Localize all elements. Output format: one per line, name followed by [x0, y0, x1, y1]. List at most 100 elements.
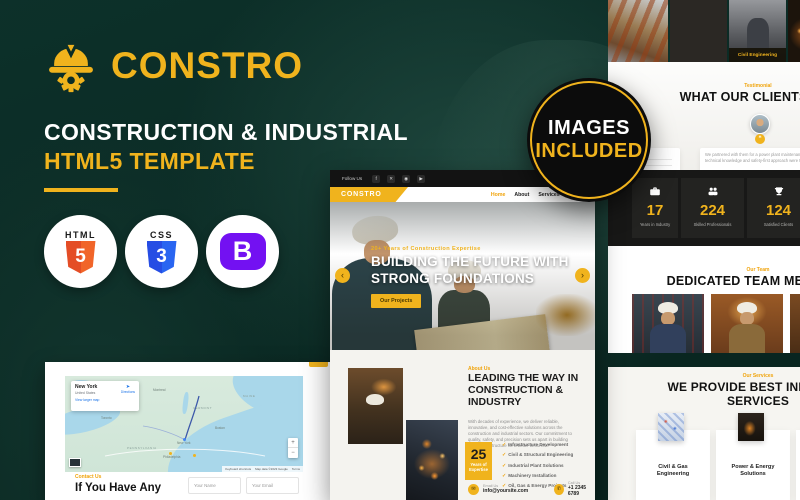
preview-logo[interactable]: CONSTRO	[330, 187, 408, 202]
zoom-out-button[interactable]: −	[288, 448, 298, 458]
about-section: About Us LEADING THE WAY IN CONSTRUCTION…	[330, 350, 595, 500]
checklist-item: ✓Infrastructure Development	[502, 440, 573, 450]
map-info-card: New York United States ➤ Directions View…	[71, 381, 139, 411]
about-image-helmet	[366, 394, 384, 405]
experience-label-2: Expertise	[465, 467, 492, 472]
map-marker-yellow	[193, 454, 196, 457]
phone-value[interactable]: +1 2345 6789	[568, 485, 595, 497]
stats-section: 17 Years in Industry 224 Skilled Profess…	[608, 170, 800, 246]
hero-title-line2: STRONG FOUNDATIONS	[371, 271, 534, 286]
portfolio-strip: Civil Engineering	[608, 0, 800, 62]
map-label: Boston	[215, 426, 225, 430]
map-state-label: VERMONT	[193, 406, 212, 410]
service-card-partial	[796, 430, 800, 500]
team-member-photo	[711, 294, 783, 353]
testimonial-quote-line1: We partnered with them for a power plant…	[705, 152, 800, 158]
portfolio-image-steelwork	[608, 0, 668, 62]
tech-badges: HTML 5 CSS 3 B	[44, 215, 279, 288]
email-input[interactable]	[246, 477, 299, 494]
service-image-plant	[738, 413, 764, 441]
badge-line2: INCLUDED	[535, 140, 642, 163]
keyboard-shortcuts-link[interactable]: Keyboard shortcuts	[225, 467, 251, 471]
service-name-line1: Power & Energy	[732, 464, 775, 470]
team-member-photo	[632, 294, 704, 353]
testimonial-quote-line2: technical knowledge and safety-first app…	[705, 158, 800, 164]
check-icon: ✓	[502, 473, 506, 479]
twitter-icon[interactable]: ✕	[387, 175, 395, 183]
css3-icon: 3	[147, 241, 177, 274]
stat-value: 124	[747, 202, 800, 219]
service-name-line2: Solutions	[740, 471, 765, 477]
body	[729, 324, 765, 353]
email-value[interactable]: info@yoursite.com	[483, 488, 528, 494]
promo-canvas: CONSTRO CONSTRUCTION & INDUSTRIAL HTML5 …	[0, 0, 800, 500]
team-section: Our Team DEDICATED TEAM MEMBERS	[608, 246, 800, 353]
youtube-icon[interactable]: ▶	[417, 175, 425, 183]
users-icon	[707, 186, 719, 196]
google-map[interactable]: Ottawa Montreal Toronto Boston New York …	[65, 376, 303, 472]
contact-heading-block: Contact Us If You Have Any	[75, 474, 161, 494]
helmet-gear-icon	[44, 38, 98, 94]
portfolio-image-sparks	[788, 0, 800, 62]
html5-badge-label: HTML	[65, 230, 96, 240]
services-kicker: Our Services	[608, 373, 800, 379]
contact-title: If You Have Any	[75, 482, 161, 494]
css3-badge: CSS 3	[125, 215, 198, 288]
carousel-prev-button[interactable]: ‹	[335, 268, 350, 283]
about-contact-row: ✉ Email Us info@yoursite.com ✆ Call Us +…	[468, 481, 595, 497]
checklist-item: ✓Machinery Installation	[502, 471, 573, 481]
experience-box: 25 Years of Expertise	[465, 442, 492, 480]
tagline-underline	[44, 188, 118, 192]
html5-icon: 5	[66, 241, 96, 274]
directions-link[interactable]: ➤ Directions	[121, 384, 135, 394]
checklist-item: ✓Industrial Plant Solutions	[502, 461, 573, 471]
contact-page-preview: Ottawa Montreal Toronto Boston New York …	[45, 362, 330, 500]
checklist-item: ✓Civil & Structural Engineering	[502, 450, 573, 460]
stat-label: Skilled Professionals	[681, 222, 744, 227]
tagline-line2: HTML5 TEMPLATE	[44, 148, 255, 175]
instagram-icon[interactable]: ◉	[402, 175, 410, 183]
brand-logo: CONSTRO	[44, 38, 303, 94]
trophy-icon	[773, 186, 785, 196]
stat-label: Years in Industry	[632, 222, 678, 227]
email-contact[interactable]: ✉ Email Us info@yoursite.com	[468, 481, 528, 497]
portfolio-worker-figure	[747, 18, 769, 48]
experience-years: 25	[465, 446, 492, 462]
map-zoom-control: + −	[288, 438, 298, 458]
services-title-line1: WE PROVIDE BEST INDUSTRY	[608, 380, 800, 394]
zoom-in-button[interactable]: +	[288, 438, 298, 448]
quote-icon: ❝	[755, 134, 765, 144]
check-icon: ✓	[502, 463, 506, 469]
images-included-badge: IMAGES INCLUDED	[527, 78, 651, 202]
team-member-photo	[790, 294, 800, 353]
map-label: Toronto	[101, 416, 112, 420]
map-data-credit: Map data ©2023 Google	[255, 467, 288, 471]
phone-icon: ✆	[554, 484, 564, 495]
chat-button-partial[interactable]	[309, 362, 328, 367]
nav-item-home[interactable]: Home	[491, 192, 505, 198]
client-avatar	[750, 114, 770, 134]
tagline-line1: CONSTRUCTION & INDUSTRIAL	[44, 119, 408, 146]
carousel-next-button[interactable]: ›	[575, 268, 590, 283]
portfolio-image-excavator	[670, 0, 727, 62]
team-kicker: Our Team	[608, 267, 800, 273]
satellite-toggle-thumbnail[interactable]	[69, 458, 81, 467]
stat-label: Satisfied Clients	[747, 222, 800, 227]
contact-kicker: Contact Us	[75, 474, 161, 480]
map-marker-yellow	[169, 452, 172, 455]
brand-name: CONSTRO	[111, 45, 303, 87]
map-state-label: MAINE	[243, 394, 256, 398]
phone-contact[interactable]: ✆ Call Us +1 2345 6789	[554, 481, 595, 497]
hero-cta-button[interactable]: Our Projects	[371, 294, 421, 308]
name-input[interactable]	[188, 477, 241, 494]
team-title: DEDICATED TEAM MEMBERS	[608, 274, 800, 288]
about-image-sparks	[406, 420, 458, 500]
nav-item-about[interactable]: About	[514, 192, 529, 198]
facebook-icon[interactable]: f	[372, 175, 380, 183]
hero-section: 20+ Years of Construction Expertise BUIL…	[330, 202, 595, 350]
view-larger-map-link[interactable]: View larger map	[75, 398, 135, 402]
badge-line1: IMAGES	[548, 117, 630, 140]
stat-value: 224	[681, 202, 744, 219]
terms-link[interactable]: Terms	[292, 467, 300, 471]
about-title: LEADING THE WAY IN CONSTRUCTION & INDUST…	[468, 373, 586, 408]
